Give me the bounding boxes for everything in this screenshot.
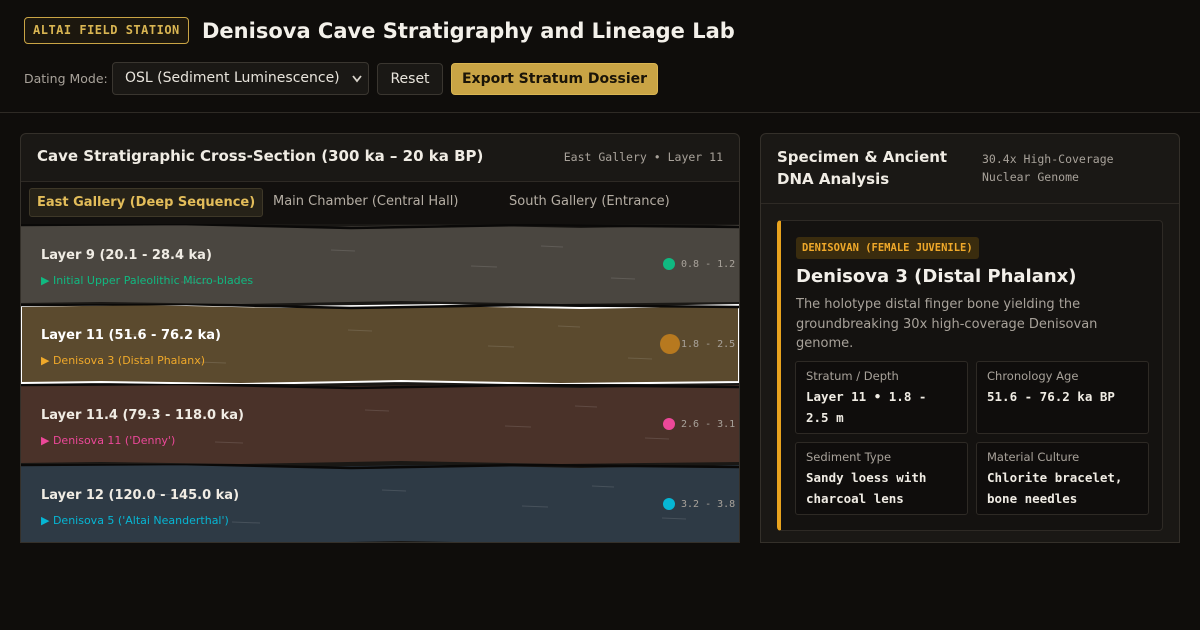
- chevron-down-icon: [352, 75, 362, 83]
- specimen-name: Denisova 3 (Distal Phalanx): [796, 266, 1077, 287]
- stratum-shape: [21, 304, 739, 384]
- depth-range: 2.6 - 3.1: [681, 419, 736, 430]
- stratum-name: Layer 9 (20.1 - 28.4 ka): [41, 248, 212, 263]
- detail-value: Chlorite bracelet, bone needles: [987, 470, 1123, 506]
- specimen-panel-header: Specimen & Ancient DNA Analysis 30.4x Hi…: [761, 134, 1179, 204]
- depth-range: 0.8 - 1.2: [681, 259, 736, 270]
- detail-chronology-age: Chronology Age 51.6 - 76.2 ka BP: [976, 361, 1149, 434]
- detail-label: Sediment Type: [806, 450, 892, 464]
- gallery-tabs: East Gallery (Deep Sequence) Main Chambe…: [21, 182, 739, 224]
- specimen-marker[interactable]: [663, 498, 675, 510]
- tab-main-chamber[interactable]: Main Chamber (Central Hall): [266, 188, 465, 217]
- stratum-layer[interactable]: Layer 11.4 (79.3 - 118.0 ka) ▶ Denisova 1…: [21, 384, 739, 464]
- app-header: ALTAI FIELD STATION Denisova Cave Strati…: [0, 0, 1200, 113]
- stratum-fill: [21, 224, 739, 304]
- stratum-shape: [21, 384, 739, 464]
- dating-mode-label: Dating Mode:: [24, 71, 108, 86]
- depth-range: 3.2 - 3.8: [681, 499, 736, 510]
- depth-range: 1.8 - 2.5: [681, 339, 736, 350]
- stratum-fill: [21, 384, 739, 464]
- detail-label: Chronology Age: [987, 369, 1079, 383]
- stratum-shape: [21, 224, 739, 304]
- detail-value: Sandy loess with charcoal lens: [806, 470, 927, 506]
- page-title: Denisova Cave Stratigraphy and Lineage L…: [202, 19, 735, 43]
- specimen-marker[interactable]: [660, 334, 680, 354]
- specimen-panel: Specimen & Ancient DNA Analysis 30.4x Hi…: [760, 133, 1180, 543]
- stratum-name: Layer 12 (120.0 - 145.0 ka): [41, 488, 240, 503]
- current-location: East Gallery • Layer 11: [563, 150, 723, 164]
- reset-button[interactable]: Reset: [377, 63, 443, 95]
- stratigraphic-layers: Layer 9 (20.1 - 28.4 ka) ▶ Initial Upper …: [21, 224, 739, 542]
- stratum-layer[interactable]: Layer 9 (20.1 - 28.4 ka) ▶ Initial Upper …: [21, 224, 739, 304]
- detail-label: Material Culture: [987, 450, 1080, 464]
- specimen-panel-title: Specimen & Ancient DNA Analysis: [777, 148, 948, 188]
- detail-stratum-depth: Stratum / Depth Layer 11 • 1.8 - 2.5 m: [795, 361, 968, 434]
- export-stratum-dossier-button[interactable]: Export Stratum Dossier: [451, 63, 658, 95]
- tab-south-gallery[interactable]: South Gallery (Entrance): [502, 188, 677, 217]
- stratum-shape: [21, 464, 739, 542]
- stratum-name: Layer 11 (51.6 - 76.2 ka): [41, 328, 221, 343]
- dating-mode-select[interactable]: OSL (Sediment Luminescence): [112, 62, 369, 95]
- lineage-badge: DENISOVAN (FEMALE JUVENILE): [796, 237, 979, 259]
- stratigraphy-panel-header: Cave Stratigraphic Cross-Section (300 ka…: [21, 134, 739, 182]
- stratigraphy-panel: Cave Stratigraphic Cross-Section (300 ka…: [20, 133, 740, 543]
- stratigraphy-title: Cave Stratigraphic Cross-Section (300 ka…: [37, 147, 484, 165]
- stratum-fill: [21, 304, 739, 384]
- stratum-layer[interactable]: Layer 11 (51.6 - 76.2 ka) ▶ Denisova 3 (D…: [21, 304, 739, 384]
- detail-label: Stratum / Depth: [806, 369, 899, 383]
- genome-coverage: 30.4x High-Coverage Nuclear Genome: [982, 152, 1114, 184]
- stratum-finding[interactable]: ▶ Denisova 3 (Distal Phalanx): [41, 354, 205, 367]
- specimen-card: DENISOVAN (FEMALE JUVENILE) Denisova 3 (…: [777, 220, 1163, 531]
- stratum-name: Layer 11.4 (79.3 - 118.0 ka): [41, 408, 244, 423]
- detail-material-culture: Material Culture Chlorite bracelet, bone…: [976, 442, 1149, 515]
- detail-value: Layer 11 • 1.8 - 2.5 m: [806, 389, 927, 425]
- tab-east-gallery[interactable]: East Gallery (Deep Sequence): [29, 188, 264, 217]
- stratum-finding[interactable]: ▶ Denisova 5 ('Altai Neanderthal'): [41, 514, 229, 527]
- specimen-marker[interactable]: [663, 258, 675, 270]
- stratum-finding[interactable]: ▶ Initial Upper Paleolithic Micro-blades: [41, 274, 253, 287]
- stratum-layer[interactable]: Layer 12 (120.0 - 145.0 ka) ▶ Denisova 5 …: [21, 464, 739, 542]
- detail-sediment-type: Sediment Type Sandy loess with charcoal …: [795, 442, 968, 515]
- station-badge: ALTAI FIELD STATION: [24, 17, 189, 44]
- stratum-finding[interactable]: ▶ Denisova 11 ('Denny'): [41, 434, 175, 447]
- specimen-description: The holotype distal finger bone yielding…: [796, 297, 1098, 351]
- detail-value: 51.6 - 76.2 ka BP: [987, 389, 1115, 404]
- dating-mode-value: OSL (Sediment Luminescence): [125, 70, 340, 86]
- stratum-fill: [21, 464, 739, 542]
- specimen-marker[interactable]: [663, 418, 675, 430]
